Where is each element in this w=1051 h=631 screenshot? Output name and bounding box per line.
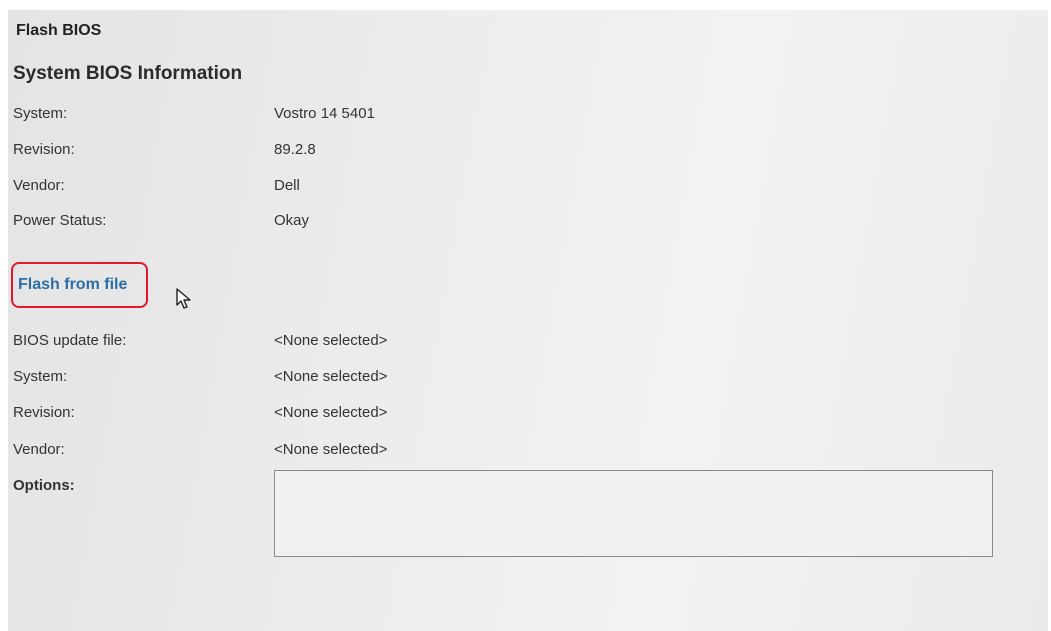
- options-box[interactable]: [274, 470, 993, 557]
- system-bios-info-heading: System BIOS Information: [13, 63, 243, 84]
- options-label: Options:: [13, 477, 75, 494]
- file-vendor-value: <None selected>: [274, 441, 388, 458]
- file-revision-value: <None selected>: [274, 404, 388, 421]
- page-title: Flash BIOS: [16, 22, 102, 39]
- file-system-label: System:: [13, 368, 68, 385]
- vendor-label: Vendor:: [13, 177, 65, 194]
- file-system-value: <None selected>: [274, 368, 388, 385]
- mouse-pointer-icon: [176, 288, 191, 309]
- bios-update-file-value: <None selected>: [274, 332, 388, 349]
- bios-screen: Flash BIOS System BIOS Information Syste…: [8, 10, 1048, 631]
- vendor-value: Dell: [274, 177, 300, 194]
- bios-update-file-label: BIOS update file:: [13, 332, 127, 349]
- flash-from-file-link[interactable]: Flash from file: [11, 262, 148, 308]
- system-label: System:: [13, 105, 68, 122]
- revision-label: Revision:: [13, 141, 75, 158]
- revision-value: 89.2.8: [274, 141, 316, 158]
- file-revision-label: Revision:: [13, 404, 75, 421]
- power-status-value: Okay: [274, 212, 310, 229]
- flash-from-file-label: Flash from file: [18, 276, 128, 293]
- file-vendor-label: Vendor:: [13, 441, 65, 458]
- power-status-label: Power Status:: [13, 212, 107, 229]
- system-value: Vostro 14 5401: [274, 105, 375, 122]
